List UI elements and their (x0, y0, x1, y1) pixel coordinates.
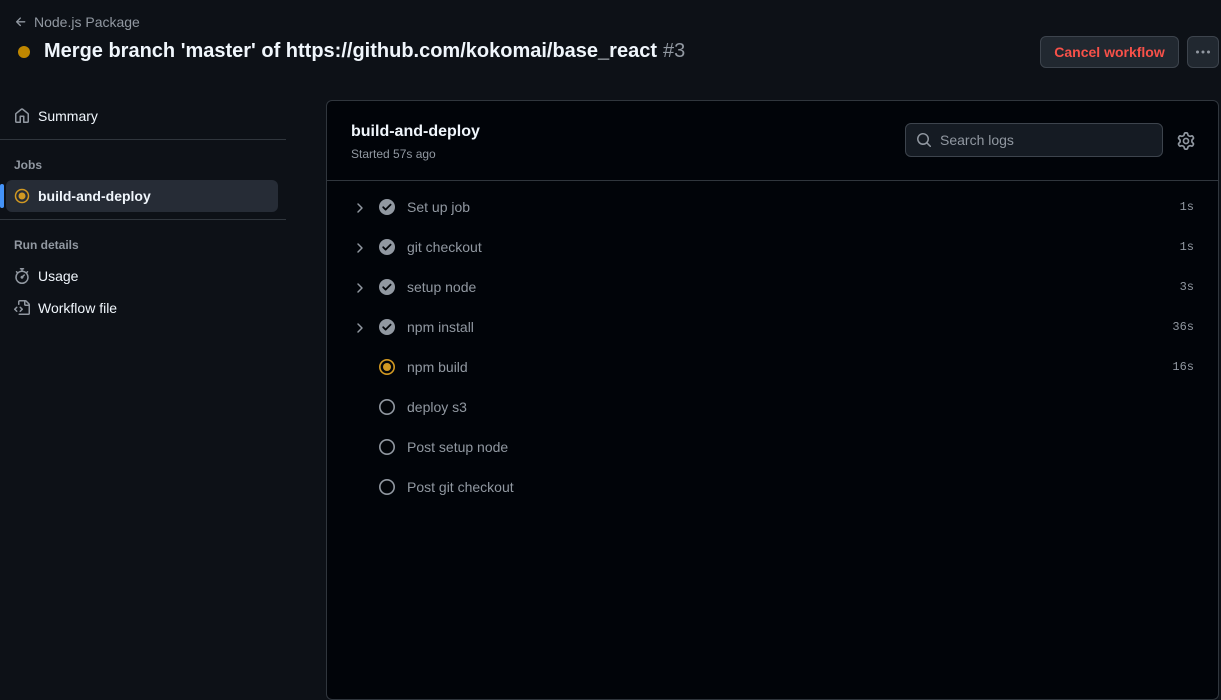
sidebar-divider (0, 219, 286, 220)
home-icon (15, 108, 29, 123)
run-title-row: Merge branch 'master' of https://github.… (18, 40, 685, 63)
sidebar-item-workflow-file[interactable]: Workflow file (6, 292, 278, 324)
job-title: build-and-deploy (351, 123, 480, 140)
step-row[interactable]: Post git checkout (327, 467, 1218, 507)
step-duration: 16s (1172, 360, 1194, 374)
run-status-dot-icon (18, 45, 30, 58)
queued-circle-icon (378, 478, 396, 496)
run-number: #3 (663, 40, 686, 62)
in-progress-icon (378, 358, 396, 376)
step-name: git checkout (407, 239, 482, 255)
step-name: Post git checkout (407, 479, 514, 495)
back-link-label: Node.js Package (34, 14, 140, 30)
check-circle-icon (378, 198, 396, 216)
search-logs-box[interactable] (905, 123, 1163, 157)
step-name: Post setup node (407, 439, 509, 455)
sidebar-item-label: Workflow file (38, 300, 118, 316)
step-row[interactable]: git checkout 1s (327, 227, 1218, 267)
search-logs-input[interactable] (940, 132, 1140, 148)
sidebar-item-label: Summary (38, 108, 98, 124)
run-details-heading: Run details (14, 238, 79, 252)
chevron-right-icon[interactable] (354, 281, 366, 293)
step-row[interactable]: npm install 36s (327, 307, 1218, 347)
check-circle-icon (378, 278, 396, 296)
more-options-button[interactable] (1187, 36, 1219, 68)
arrow-left-icon (15, 17, 26, 27)
sidebar-item-label: build-and-deploy (38, 188, 151, 204)
step-name: npm build (407, 359, 468, 375)
step-name: Set up job (407, 199, 471, 215)
in-progress-icon (14, 188, 30, 204)
sidebar-item-build-and-deploy[interactable]: build-and-deploy (6, 180, 278, 212)
job-log-panel: build-and-deploy Started 57s ago Set up … (326, 100, 1219, 700)
step-row[interactable]: setup node 3s (327, 267, 1218, 307)
step-name: deploy s3 (407, 399, 467, 415)
step-row[interactable]: deploy s3 (327, 387, 1218, 427)
chevron-right-icon[interactable] (354, 321, 366, 333)
step-row[interactable]: Post setup node (327, 427, 1218, 467)
cancel-workflow-button[interactable]: Cancel workflow (1040, 36, 1179, 68)
step-row[interactable]: npm build 16s (327, 347, 1218, 387)
job-started-time: Started 57s ago (351, 147, 436, 161)
stopwatch-icon (15, 268, 29, 284)
gear-icon[interactable] (1177, 132, 1195, 150)
step-duration: 1s (1179, 240, 1194, 254)
step-row[interactable]: Set up job 1s (327, 187, 1218, 227)
step-duration: 3s (1179, 280, 1194, 294)
file-code-icon (14, 300, 30, 315)
step-duration: 1s (1179, 200, 1194, 214)
back-to-workflow-link[interactable]: Node.js Package (14, 14, 140, 30)
check-circle-icon (378, 318, 396, 336)
sidebar-divider (0, 139, 286, 140)
sidebar-item-summary[interactable]: Summary (6, 100, 278, 132)
step-name: setup node (407, 279, 477, 295)
search-icon (917, 133, 932, 148)
queued-circle-icon (378, 398, 396, 416)
check-circle-icon (378, 238, 396, 256)
chevron-right-icon[interactable] (354, 201, 366, 213)
chevron-right-icon[interactable] (354, 241, 366, 253)
sidebar-item-usage[interactable]: Usage (6, 260, 278, 292)
job-header: build-and-deploy Started 57s ago (327, 101, 1218, 181)
sidebar-item-label: Usage (38, 268, 79, 284)
step-name: npm install (407, 319, 474, 335)
page-title: Merge branch 'master' of https://github.… (44, 40, 657, 62)
step-duration: 36s (1172, 320, 1194, 334)
jobs-heading: Jobs (14, 158, 43, 172)
active-item-indicator (0, 184, 4, 208)
queued-circle-icon (378, 438, 396, 456)
run-header: Node.js Package Merge branch 'master' of… (0, 0, 1221, 90)
kebab-horizontal-icon (1196, 50, 1210, 54)
